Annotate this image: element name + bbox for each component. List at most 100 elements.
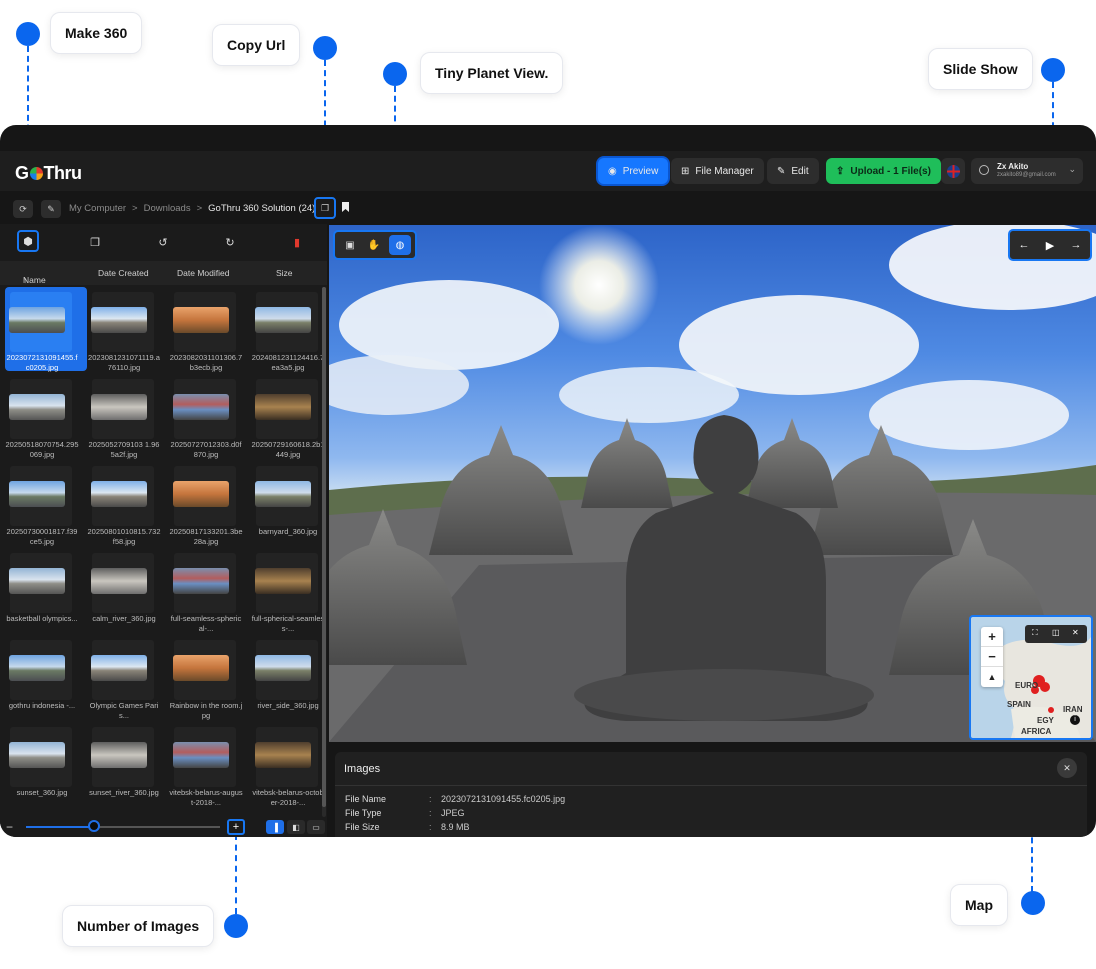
col-date-modified[interactable]: Date Modified [177, 268, 229, 278]
tiny-planet-icon[interactable]: ◍ [389, 235, 411, 255]
view-right-panel-icon[interactable]: ◧ [287, 820, 305, 834]
col-size[interactable]: Size [276, 268, 293, 278]
copy-url-button[interactable]: ❐ [314, 197, 336, 219]
file-item[interactable]: sunset_360.jpg [5, 722, 87, 806]
breadcrumb-downloads[interactable]: Downloads [144, 203, 191, 214]
file-item[interactable]: 20250518070754.295069.jpg [5, 374, 87, 459]
app-window: G Thru ◉ Preview ⊞ File Manager ✎ Edit ⇪ … [0, 125, 1096, 837]
view-left-panel-icon[interactable]: ▐ [266, 820, 284, 834]
rotate-right-icon[interactable]: ↻ [222, 234, 238, 250]
app-logo[interactable]: G Thru [15, 163, 82, 184]
col-date-created[interactable]: Date Created [98, 268, 149, 278]
number-of-images-button[interactable]: + [227, 819, 245, 835]
edit-button[interactable]: ✎ Edit [767, 158, 819, 184]
bookmark-icon[interactable] [342, 202, 349, 212]
play-icon[interactable]: ▶ [1039, 236, 1061, 254]
sidebar-scrollbar[interactable] [322, 287, 326, 817]
file-item[interactable]: 20250727012303.d0f870.jpg [169, 374, 251, 459]
file-item[interactable]: full-spherical-seamless-... [251, 548, 322, 633]
file-manager-button[interactable]: ⊞ File Manager [671, 158, 764, 184]
location-map[interactable]: + − ▲ ⛶ ◫ ✕ EURO SPAIN EGY IRAN AFRICA i [969, 615, 1093, 740]
next-arrow-icon[interactable]: → [1065, 236, 1087, 254]
file-thumbnail [9, 481, 65, 507]
file-item[interactable]: 20250730001817.f39ce5.jpg [5, 461, 87, 546]
map-label-spain: SPAIN [1007, 700, 1031, 709]
image-view-icon[interactable]: ▣ [339, 235, 361, 255]
file-name: full-seamless-spherical-... [170, 614, 242, 633]
map-dot [1021, 891, 1045, 915]
zoom-out-icon[interactable]: − [6, 820, 13, 834]
copy-url-dot [313, 36, 337, 60]
file-name: vitebsk-belarus-october-2018-... [252, 788, 322, 807]
slide-show-dot [1041, 58, 1065, 82]
file-item[interactable]: 2023082031101306.7b3ecb.jpg [169, 287, 251, 372]
pencil-icon[interactable]: ✎ [41, 200, 61, 218]
file-thumbnail [91, 655, 147, 681]
file-item[interactable]: sunset_river_360.jpg [87, 722, 169, 806]
file-item[interactable]: 20250729160618.2b1449.jpg [251, 374, 322, 459]
file-item[interactable]: full-seamless-spherical-... [169, 548, 251, 633]
tiny-planet-callout: Tiny Planet View. [420, 52, 564, 94]
file-item[interactable]: 2023081231071119.a76110.jpg [87, 287, 169, 372]
map-location-icon[interactable]: ▲ [981, 667, 1003, 687]
map-split-icon[interactable]: ◫ [1052, 628, 1060, 637]
map-close-icon[interactable]: ✕ [1072, 628, 1079, 637]
number-images-dot [224, 914, 248, 938]
file-name: 2025052709103 1.965a2f.jpg [88, 440, 160, 459]
file-item[interactable]: 2025052709103 1.965a2f.jpg [87, 374, 169, 459]
sort-arrow-icon: ↑ [23, 275, 28, 285]
language-button[interactable] [941, 158, 965, 184]
upload-button[interactable]: ⇪ Upload - 1 File(s) [826, 158, 941, 184]
file-item[interactable]: calm_river_360.jpg [87, 548, 169, 632]
refresh-icon[interactable]: ⟳ [13, 200, 33, 218]
view-bottom-panel-icon[interactable]: ▭ [307, 820, 325, 834]
file-thumbnail [173, 394, 229, 420]
file-thumbnail [255, 568, 311, 594]
info-close-icon[interactable]: ✕ [1057, 758, 1077, 778]
file-name: vitebsk-belarus-august-2018-... [169, 788, 243, 807]
file-grid: 2023072131091455.fc0205.jpg 2023081231071… [0, 287, 322, 817]
map-zoom-out-icon[interactable]: − [981, 647, 1003, 667]
file-item[interactable]: 2024081231124416.7ea3a5.jpg [251, 287, 322, 372]
trash-icon[interactable]: ▮ [289, 234, 305, 250]
hand-drag-icon[interactable]: ✋ [363, 235, 385, 255]
breadcrumb-current: GoThru 360 Solution (24) [208, 203, 316, 214]
file-thumbnail [9, 568, 65, 594]
breadcrumb: My Computer > Downloads > GoThru 360 Solutio… [69, 203, 316, 214]
file-item[interactable]: barnyard_360.jpg [251, 461, 322, 545]
breadcrumb-my-computer[interactable]: My Computer [69, 203, 126, 214]
make360-dot [16, 22, 40, 46]
file-item[interactable]: basketball olympics... [5, 548, 87, 632]
file-item[interactable]: gothru indonesia -... [5, 635, 87, 719]
previous-arrow-icon[interactable]: ← [1013, 236, 1035, 254]
rotate-left-icon[interactable]: ↺ [155, 234, 171, 250]
file-item[interactable]: river_side_360.jpg [251, 635, 322, 719]
column-header: Name ↑ Date Created Date Modified Size [0, 261, 327, 285]
file-name: gothru indonesia -... [8, 701, 76, 710]
map-zoom-in-icon[interactable]: + [981, 627, 1003, 647]
make360-button[interactable]: ⬢ [17, 230, 39, 252]
tiny-planet-dot [383, 62, 407, 86]
file-thumbnail [255, 481, 311, 507]
file-item[interactable]: 20250801010815.732f58.jpg [87, 461, 169, 546]
slide-show-controls: ← ▶ → [1008, 229, 1092, 261]
map-fullscreen-icon[interactable]: ⛶ [1032, 628, 1038, 638]
duplicate-icon[interactable]: ❐ [87, 234, 103, 250]
file-name: 20250727012303.d0f870.jpg [170, 440, 242, 459]
number-images-line [235, 834, 237, 914]
image-info-panel: Images ✕ File Name:2023072131091455.fc02… [335, 752, 1087, 837]
preview-button[interactable]: ◉ Preview [598, 158, 669, 184]
file-item[interactable]: 20250817133201.3be28a.jpg [169, 461, 251, 546]
file-item[interactable]: Rainbow in the room.jpg [169, 635, 251, 720]
file-thumbnail [255, 394, 311, 420]
map-info-icon[interactable]: i [1070, 715, 1080, 725]
thumbnail-zoom-slider[interactable] [26, 826, 220, 828]
file-item[interactable]: vitebsk-belarus-august-2018-... [169, 722, 251, 807]
file-item[interactable]: Olympic Games Paris... [87, 635, 169, 720]
file-item[interactable]: 2023072131091455.fc0205.jpg [5, 287, 87, 372]
file-name: sunset_360.jpg [16, 788, 68, 797]
user-menu[interactable]: Zx Akito zxakito89@gmail.com ⌄ [971, 158, 1083, 184]
file-item[interactable]: vitebsk-belarus-october-2018-... [251, 722, 322, 807]
zoom-slider-handle[interactable] [87, 820, 100, 832]
file-name: 2023072131091455.fc0205.jpg [6, 353, 78, 372]
